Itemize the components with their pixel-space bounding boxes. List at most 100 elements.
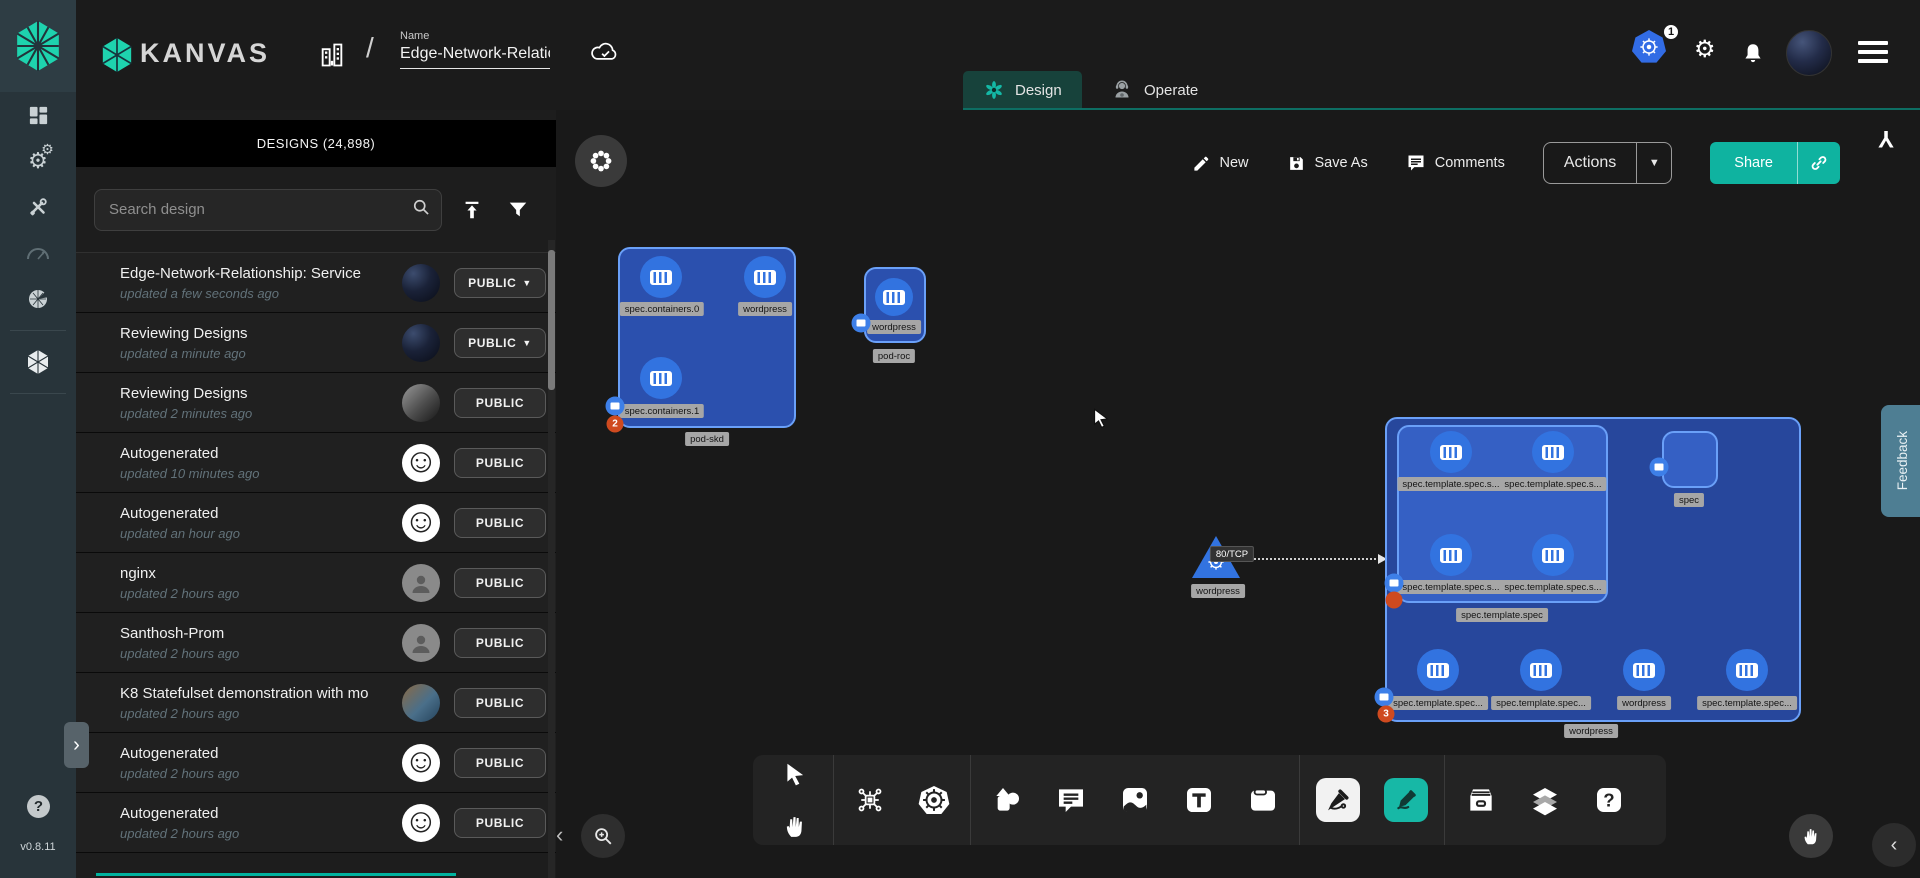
meshery-logo-tile[interactable] (0, 0, 76, 92)
container-node[interactable] (1532, 431, 1574, 473)
freehand-draw-tool[interactable] (1384, 778, 1428, 822)
sidebar-item-performance[interactable] (0, 230, 76, 276)
actions-split-button[interactable]: Actions ▼ (1543, 142, 1672, 184)
container-node[interactable] (1417, 649, 1459, 691)
note-tool[interactable] (1243, 780, 1283, 820)
visibility-badge[interactable]: PUBLIC (454, 688, 546, 718)
image-tool[interactable] (1115, 780, 1155, 820)
design-list-item[interactable]: Santhosh-Prom updated 2 hours ago PUBLIC (76, 613, 556, 673)
sidebar-expand-button[interactable]: › (64, 722, 89, 768)
error-badge[interactable] (1386, 592, 1403, 609)
drawer-tool[interactable] (1461, 780, 1501, 820)
visibility-badge[interactable]: PUBLIC (454, 388, 546, 418)
visibility-badge[interactable]: PUBLIC (454, 748, 546, 778)
tab-operate[interactable]: Operate (1090, 71, 1218, 109)
copy-link-icon[interactable] (1798, 142, 1840, 184)
dock-collapse-left-icon[interactable]: ‹ (556, 822, 563, 848)
design-list-item[interactable]: K8 Statefulset demonstration with mo upd… (76, 673, 556, 733)
designs-scrollbar[interactable] (548, 240, 555, 878)
filter-designs-button[interactable] (502, 199, 534, 221)
select-tool[interactable] (775, 754, 815, 794)
template-group-node[interactable] (1397, 425, 1608, 603)
comments-button[interactable]: Comments (1406, 153, 1505, 173)
save-as-button[interactable]: Save As (1287, 154, 1368, 173)
container-node[interactable] (1520, 649, 1562, 691)
pen-tool[interactable] (1316, 778, 1360, 822)
design-search-input[interactable] (109, 201, 411, 218)
error-count-badge[interactable]: 2 (607, 416, 624, 433)
help-button[interactable]: ? (27, 795, 50, 818)
pod-badge-icon[interactable] (606, 397, 625, 416)
branch-merge-icon[interactable]: Y (1878, 124, 1894, 152)
import-design-button[interactable] (456, 199, 488, 221)
error-count-badge[interactable]: 3 (1378, 706, 1395, 723)
design-name-input[interactable] (400, 42, 550, 69)
pod-badge-icon[interactable] (852, 314, 871, 333)
container-node[interactable] (1726, 649, 1768, 691)
actions-caret-icon[interactable]: ▼ (1637, 143, 1671, 183)
settings-gear-icon[interactable]: ⚙ (1694, 38, 1716, 62)
design-list-item[interactable]: Reviewing Designs updated 2 minutes ago … (76, 373, 556, 433)
text-tool[interactable] (1179, 780, 1219, 820)
visibility-badge[interactable]: PUBLIC (454, 448, 546, 478)
container-node[interactable] (1430, 534, 1472, 576)
design-list-item[interactable]: nginx updated 2 hours ago PUBLIC (76, 553, 556, 613)
design-list-item[interactable]: Edge-Network-Relationship: Service updat… (76, 253, 556, 313)
visibility-badge[interactable]: PUBLIC (454, 628, 546, 658)
tab-design[interactable]: Design (963, 71, 1082, 109)
container-node[interactable] (1430, 431, 1472, 473)
container-node[interactable] (875, 278, 913, 316)
container-node[interactable] (1623, 649, 1665, 691)
actions-button-label[interactable]: Actions (1544, 143, 1636, 183)
help-tool[interactable]: ? (1589, 780, 1629, 820)
user-avatar[interactable] (1786, 30, 1832, 76)
design-search-box[interactable] (94, 189, 442, 231)
pod-badge-icon[interactable] (1375, 688, 1394, 707)
design-tab-icon (983, 79, 1005, 101)
loading-progress-bar (96, 873, 456, 876)
design-list-item[interactable]: Autogenerated updated 2 hours ago PUBLIC (76, 793, 556, 853)
design-list-item[interactable]: Autogenerated updated 10 minutes ago PUB… (76, 433, 556, 493)
container-node[interactable] (1532, 534, 1574, 576)
sidebar-item-dashboard[interactable] (0, 92, 76, 138)
container-node[interactable] (744, 256, 786, 298)
network-edge[interactable] (1242, 558, 1384, 560)
visibility-badge[interactable]: PUBLIC (454, 808, 546, 838)
zoom-button[interactable] (581, 814, 625, 858)
share-button-label[interactable]: Share (1710, 142, 1797, 184)
visibility-badge[interactable]: PUBLIC ▼ (454, 268, 546, 298)
sidebar-item-meshery[interactable] (0, 339, 76, 385)
layers-tool[interactable] (1525, 780, 1565, 820)
design-list-item[interactable]: Reviewing Designs updated a minute ago P… (76, 313, 556, 373)
pod-badge-icon[interactable] (1650, 458, 1669, 477)
pod-badge-icon[interactable] (1385, 574, 1404, 593)
sidebar-item-extensions[interactable] (0, 276, 76, 322)
sidebar-item-toolkit[interactable] (0, 184, 76, 230)
pointer-mode-button[interactable] (1789, 814, 1833, 858)
comment-tool[interactable] (1051, 780, 1091, 820)
kanvas-snapshot-button[interactable] (575, 135, 627, 187)
pan-tool[interactable] (775, 806, 815, 846)
container-node[interactable] (640, 256, 682, 298)
kubernetes-tool[interactable] (914, 780, 954, 820)
spec-node[interactable] (1662, 431, 1718, 488)
visibility-badge[interactable]: PUBLIC (454, 508, 546, 538)
visibility-badge[interactable]: PUBLIC (454, 568, 546, 598)
design-list-item[interactable]: Autogenerated updated an hour ago PUBLIC (76, 493, 556, 553)
organization-icon[interactable] (318, 40, 346, 75)
sidebar-item-lifecycle[interactable]: ⚙⚙ (0, 138, 76, 184)
hamburger-menu-icon[interactable] (1858, 36, 1888, 68)
kubernetes-context-button[interactable]: 1 (1632, 30, 1678, 76)
share-split-button[interactable]: Share (1710, 142, 1840, 184)
design-list-item[interactable]: Autogenerated updated 2 hours ago PUBLIC (76, 733, 556, 793)
new-design-button[interactable]: New (1192, 154, 1249, 173)
design-canvas[interactable]: New Save As Comments Actions ▼ Share spe… (556, 110, 1920, 878)
notifications-bell-icon[interactable] (1740, 40, 1766, 73)
component-tool[interactable] (850, 780, 890, 820)
feedback-tab[interactable]: Feedback (1881, 405, 1920, 517)
scrollbar-thumb[interactable] (548, 250, 555, 390)
dock-collapse-right-button[interactable]: ‹ (1872, 823, 1916, 867)
visibility-badge[interactable]: PUBLIC ▼ (454, 328, 546, 358)
container-node[interactable] (640, 357, 682, 399)
shapes-tool[interactable] (987, 780, 1027, 820)
